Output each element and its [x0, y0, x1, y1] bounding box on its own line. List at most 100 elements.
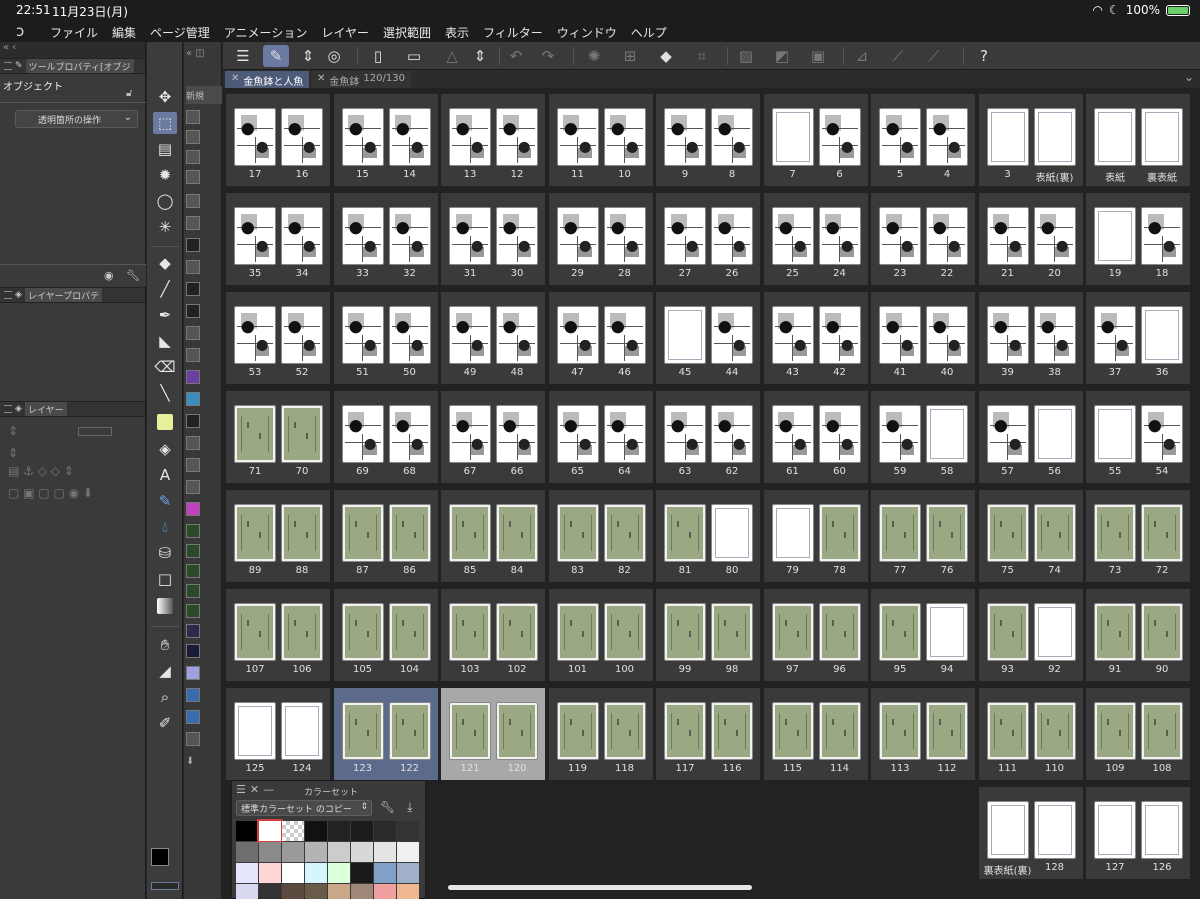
color-swatch[interactable]	[305, 842, 327, 862]
page-thumbnail[interactable]	[1034, 406, 1075, 462]
tab-kingyobachi[interactable]: ✕ 金魚鉢 120/130	[311, 71, 411, 88]
page-spread[interactable]: 73 72	[1086, 490, 1190, 582]
page-thumbnail[interactable]	[342, 109, 383, 165]
subtool-item[interactable]	[186, 214, 222, 232]
page-thumbnail[interactable]	[389, 604, 430, 660]
snap-icon[interactable]: ⟋	[885, 45, 911, 67]
magic-wand-icon[interactable]: ✳	[153, 216, 177, 238]
page-thumbnail[interactable]	[389, 208, 430, 264]
page-thumbnail[interactable]	[819, 307, 860, 363]
menu-selection[interactable]: 選択範囲	[383, 24, 431, 41]
page-thumbnail[interactable]	[987, 307, 1028, 363]
subtool-item[interactable]	[186, 168, 222, 186]
page-spread[interactable]: 47 46	[548, 292, 653, 384]
page-thumbnail[interactable]	[604, 703, 645, 759]
page-thumbnail[interactable]	[450, 604, 490, 660]
page-thumbnail[interactable]	[772, 703, 813, 759]
color-swatch[interactable]	[282, 884, 304, 899]
app-logo-icon[interactable]: ↄ	[16, 22, 24, 40]
page-thumbnail[interactable]	[497, 307, 537, 363]
pen-icon[interactable]: ✒	[153, 304, 177, 326]
page-spread[interactable]: 79 78	[763, 490, 868, 582]
page-thumbnail[interactable]	[497, 505, 537, 561]
page-thumbnail[interactable]	[1095, 703, 1135, 759]
page-thumbnail[interactable]	[235, 307, 275, 363]
page-spread[interactable]: 81 80	[656, 490, 760, 582]
subtool-item[interactable]	[186, 258, 222, 276]
subtool-item[interactable]	[186, 324, 222, 342]
page-thumbnail[interactable]	[235, 109, 275, 165]
page-thumbnail[interactable]	[712, 703, 752, 759]
page-spread[interactable]: 53 52	[226, 292, 330, 384]
page-thumbnail[interactable]	[665, 307, 705, 363]
page-thumbnail[interactable]	[987, 703, 1028, 759]
color-swatch[interactable]	[328, 884, 350, 899]
deselect-icon[interactable]: ▨	[733, 45, 759, 67]
hand-icon[interactable]: ✋︎	[153, 634, 177, 656]
page-thumbnail[interactable]	[342, 703, 383, 759]
page-thumbnail[interactable]	[557, 703, 598, 759]
color-swatch[interactable]	[236, 842, 258, 862]
subtool-item[interactable]	[186, 434, 222, 452]
page-spread[interactable]: 33 32	[333, 193, 438, 285]
page-thumbnail[interactable]	[282, 406, 322, 462]
page-thumbnail[interactable]	[665, 505, 705, 561]
page-spread[interactable]: 76	[763, 94, 868, 186]
page-thumbnail[interactable]	[497, 406, 537, 462]
up-down-icon[interactable]: ⇕	[295, 45, 321, 67]
transform-icon[interactable]: ⊞	[617, 45, 643, 67]
page-thumbnail[interactable]	[819, 406, 860, 462]
page-thumbnail[interactable]	[235, 505, 275, 561]
subtool-item[interactable]	[186, 500, 222, 518]
page-spread[interactable]: 111 110	[978, 688, 1083, 780]
ruler-icon[interactable]: ⊿	[849, 45, 875, 67]
color-swatch[interactable]	[351, 821, 373, 841]
layer-panel-title[interactable]: レイヤー	[24, 402, 67, 416]
page-thumbnail[interactable]	[604, 307, 645, 363]
wrench-icon[interactable]: 🔧︎	[380, 800, 395, 815]
page-thumbnail[interactable]	[712, 406, 752, 462]
page-spread[interactable]: 3 表紙(裏)	[978, 94, 1083, 186]
page-spread[interactable]: 13 12	[441, 94, 545, 186]
page-thumbnail[interactable]	[987, 406, 1028, 462]
gradient-icon[interactable]	[157, 598, 173, 614]
subtool-item[interactable]	[186, 730, 222, 748]
page-thumbnail[interactable]	[880, 406, 920, 462]
opacity-row[interactable]: ⇕	[0, 443, 146, 463]
page-edit-icon[interactable]: ✎	[263, 45, 289, 67]
page-spread[interactable]: 表紙 裏表紙	[1086, 94, 1190, 186]
export-icon[interactable]: △	[439, 45, 465, 67]
color-swatch[interactable]	[305, 863, 327, 883]
color-swatch[interactable]	[257, 819, 283, 843]
page-thumbnail[interactable]	[389, 406, 430, 462]
page-thumbnail[interactable]	[819, 604, 860, 660]
subtool-item[interactable]	[186, 542, 222, 560]
page-spread[interactable]: 55 54	[1086, 391, 1190, 483]
page-thumbnail[interactable]	[342, 505, 383, 561]
page-thumbnail[interactable]	[342, 406, 383, 462]
menu-help[interactable]: ヘルプ	[631, 24, 667, 41]
page-thumbnail[interactable]	[1095, 307, 1135, 363]
page-thumbnail[interactable]	[282, 604, 322, 660]
page-spread[interactable]: 11 10	[548, 94, 653, 186]
page-spread[interactable]: 43 42	[763, 292, 868, 384]
page-thumbnail[interactable]	[712, 505, 752, 561]
page-thumbnail[interactable]	[880, 307, 920, 363]
menu-icon[interactable]: ☰	[230, 45, 256, 67]
page-thumbnail[interactable]	[927, 406, 967, 462]
page-spread[interactable]: 65 64	[548, 391, 653, 483]
tool-property-title[interactable]: ツールプロパティ[オブジ	[25, 59, 134, 73]
page-thumbnail[interactable]	[712, 109, 752, 165]
bucket-icon[interactable]: ⛁	[153, 542, 177, 564]
page-thumbnail[interactable]	[450, 208, 490, 264]
subtool-item[interactable]	[186, 708, 222, 726]
color-swatch[interactable]	[397, 884, 419, 899]
layer-property-title[interactable]: レイヤープロパテ	[24, 288, 103, 302]
wrench-icon[interactable]: 🔧︎	[126, 269, 140, 282]
help-icon[interactable]: ?	[971, 45, 997, 67]
page-thumbnail[interactable]	[927, 208, 967, 264]
page-thumbnail[interactable]	[880, 208, 920, 264]
page-spread[interactable]: 31 30	[441, 193, 545, 285]
subtool-item[interactable]	[186, 478, 222, 496]
page-thumbnail[interactable]	[819, 109, 860, 165]
